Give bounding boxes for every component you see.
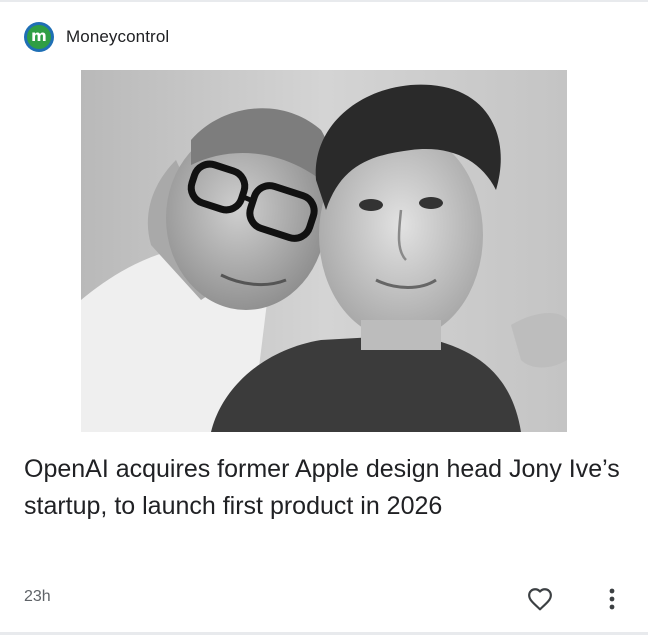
source-logo: m: [24, 22, 54, 52]
source-name[interactable]: Moneycontrol: [66, 27, 169, 47]
more-vert-icon: [609, 588, 615, 610]
heart-outline-icon: [528, 588, 552, 611]
like-button[interactable]: [524, 583, 556, 615]
more-options-button[interactable]: [598, 583, 626, 615]
article-photo: [81, 70, 567, 432]
publish-time: 23h: [24, 588, 51, 605]
source-row[interactable]: m Moneycontrol: [24, 21, 169, 53]
news-card[interactable]: m Moneycontrol OpenAI acquires former Ap…: [0, 0, 648, 635]
article-image[interactable]: [81, 70, 567, 432]
article-headline[interactable]: OpenAI acquires former Apple design head…: [24, 451, 624, 525]
source-logo-letter: m: [27, 25, 51, 49]
divider: [0, 0, 648, 2]
